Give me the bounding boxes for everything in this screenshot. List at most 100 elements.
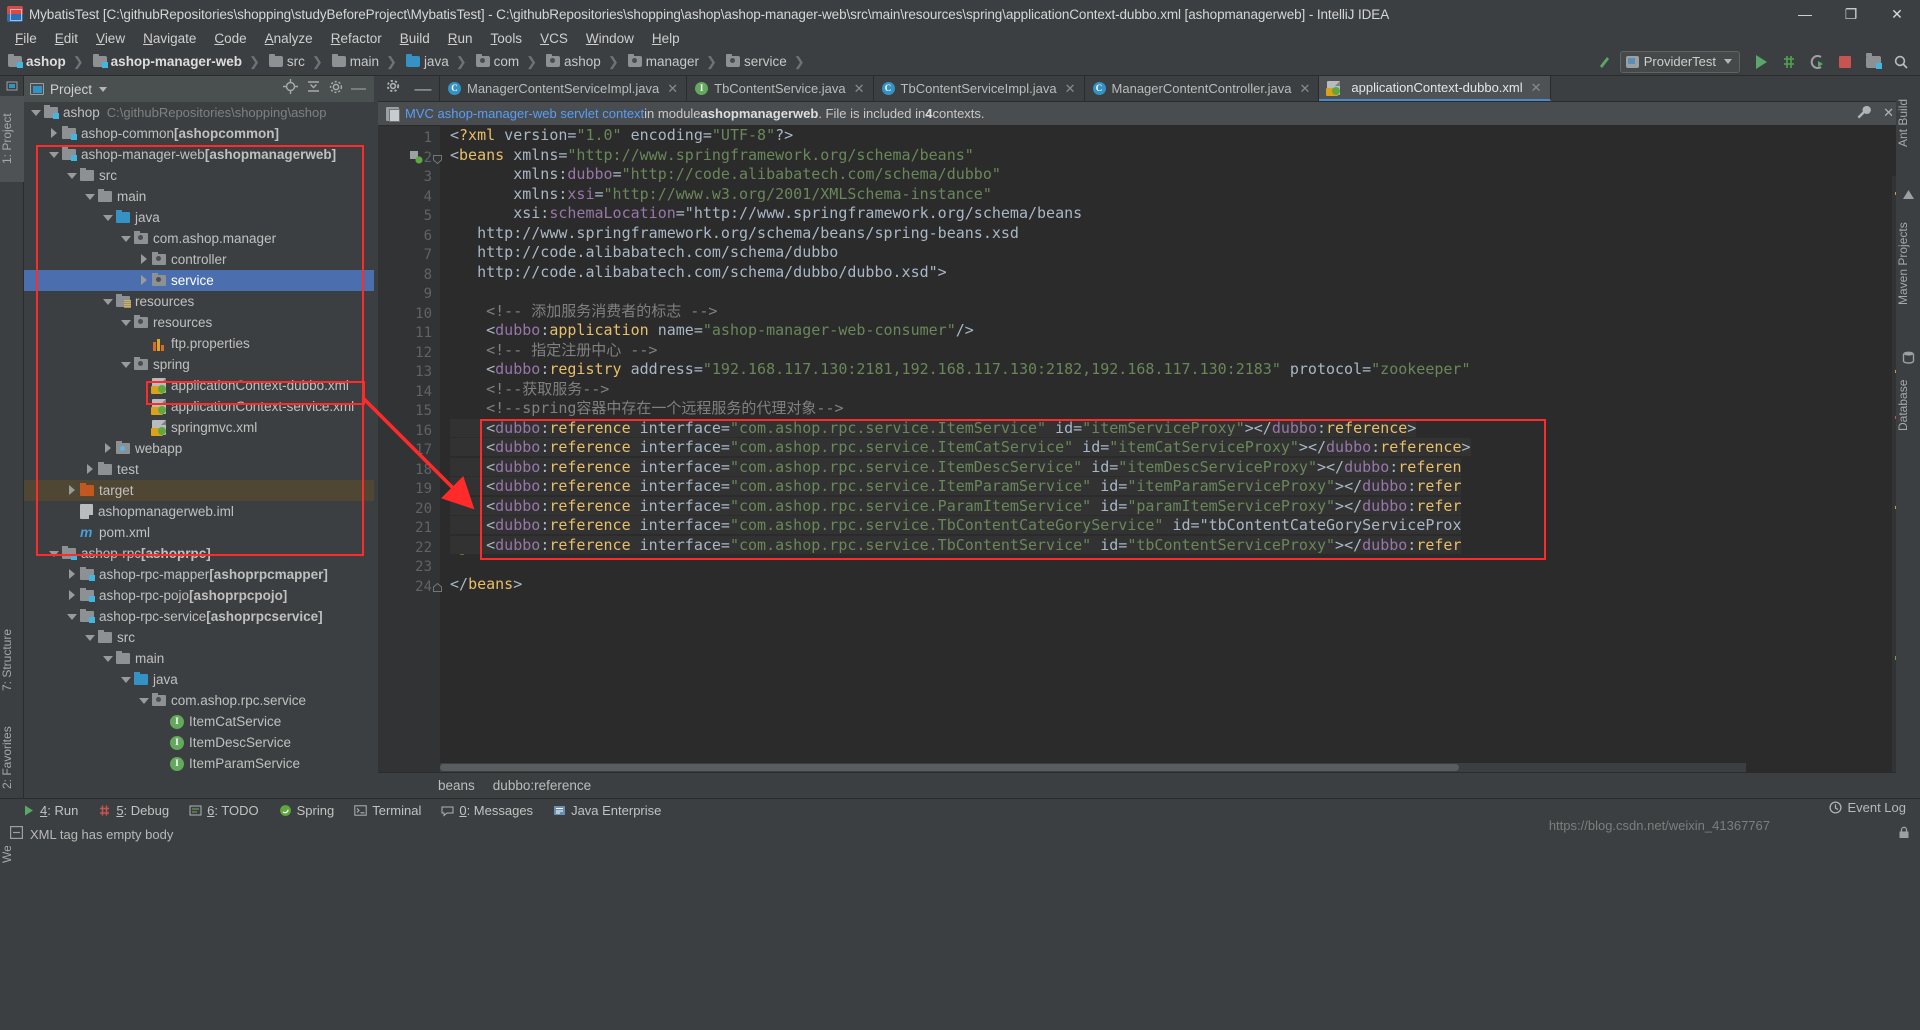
tree-node-src[interactable]: src bbox=[24, 165, 374, 186]
menu-item-vcs[interactable]: VCS bbox=[531, 31, 577, 46]
chevron-down-icon[interactable] bbox=[84, 191, 95, 202]
tree-node-ashop-rpc[interactable]: ashop-rpc [ashoprpc] bbox=[24, 543, 374, 564]
menu-item-view[interactable]: View bbox=[87, 31, 134, 46]
sidebar-tab-database[interactable]: Database bbox=[1896, 368, 1920, 442]
tree-node-java[interactable]: java bbox=[24, 669, 374, 690]
chevron-down-icon[interactable] bbox=[120, 317, 131, 328]
breadcrumb-item-src[interactable]: src ❯ bbox=[268, 48, 332, 76]
tree-node-ashop-rpc-service[interactable]: ashop-rpc-service [ashoprpcservice] bbox=[24, 606, 374, 627]
tree-node-itemparamservice[interactable]: I ItemParamService bbox=[24, 753, 374, 774]
close-button[interactable]: ✕ bbox=[1874, 0, 1920, 28]
sidebar-tab-project[interactable]: 1: Project bbox=[0, 96, 24, 182]
breadcrumb-item-main[interactable]: main ❯ bbox=[331, 48, 406, 76]
tree-node-ashopmanagerweb-iml[interactable]: ashopmanagerweb.iml bbox=[24, 501, 374, 522]
menu-item-tools[interactable]: Tools bbox=[482, 31, 532, 46]
tree-node-spring[interactable]: spring bbox=[24, 354, 374, 375]
fold-marker-icon[interactable] bbox=[433, 151, 442, 165]
editor-tab-managercontentcontroller-java[interactable]: C ManagerContentController.java ✕ bbox=[1085, 76, 1320, 101]
lock-icon[interactable] bbox=[1898, 826, 1910, 842]
menu-item-build[interactable]: Build bbox=[391, 31, 439, 46]
search-everywhere-icon[interactable] bbox=[1888, 50, 1914, 74]
tree-node-resources[interactable]: resources bbox=[24, 312, 374, 333]
chevron-right-icon[interactable] bbox=[138, 254, 149, 265]
run-icon[interactable] bbox=[1748, 50, 1774, 74]
tree-node-com-ashop-rpc-service[interactable]: com.ashop.rpc.service bbox=[24, 690, 374, 711]
tool-button-5-debug[interactable]: 5: Debug bbox=[98, 803, 169, 818]
sidebar-tab-ant-build[interactable]: Ant Build bbox=[1896, 82, 1920, 164]
maximize-button[interactable]: ❐ bbox=[1828, 0, 1874, 28]
chevron-down-icon[interactable] bbox=[48, 548, 59, 559]
tool-button-java-enterprise[interactable]: Java Enterprise bbox=[553, 803, 661, 818]
chevron-down-icon[interactable] bbox=[48, 149, 59, 160]
tree-node-service[interactable]: service bbox=[24, 270, 374, 291]
menu-item-file[interactable]: File bbox=[6, 31, 46, 46]
project-structure-icon[interactable] bbox=[1860, 50, 1886, 74]
sidebar-tab-maven-projects[interactable]: Maven Projects bbox=[1896, 205, 1920, 323]
editor-tab-applicationcontext-dubbo-xml[interactable]: applicationContext-dubbo.xml ✕ bbox=[1319, 76, 1551, 101]
tree-node-ashop-common[interactable]: ashop-common [ashopcommon] bbox=[24, 123, 374, 144]
close-icon[interactable]: ✕ bbox=[854, 81, 865, 97]
spring-bean-gutter-icon[interactable] bbox=[410, 151, 423, 169]
close-icon[interactable]: ✕ bbox=[1065, 81, 1076, 97]
debug-icon[interactable] bbox=[1776, 50, 1802, 74]
breadcrumb-item-service[interactable]: service ❯ bbox=[725, 48, 814, 76]
breadcrumb-item-ashop[interactable]: ashop ❯ bbox=[546, 48, 628, 76]
chevron-right-icon[interactable] bbox=[66, 590, 77, 601]
hide-icon[interactable]: — bbox=[415, 80, 432, 97]
editor-tab-tbcontentservice-java[interactable]: I TbContentService.java ✕ bbox=[687, 76, 874, 101]
tree-node-itemdescservice[interactable]: I ItemDescService bbox=[24, 732, 374, 753]
tree-node-applicationcontext-service-xml[interactable]: applicationContext-service.xml bbox=[24, 396, 374, 417]
menu-item-analyze[interactable]: Analyze bbox=[256, 31, 322, 46]
breadcrumb-item-com[interactable]: com ❯ bbox=[475, 48, 546, 76]
minimize-button[interactable]: — bbox=[1782, 0, 1828, 28]
chevron-down-icon[interactable] bbox=[138, 695, 149, 706]
tree-node-java[interactable]: java bbox=[24, 207, 374, 228]
tree-node-ashop-rpc-pojo[interactable]: ashop-rpc-pojo [ashoprpcpojo] bbox=[24, 585, 374, 606]
run-with-coverage-icon[interactable] bbox=[1804, 50, 1830, 74]
chevron-down-icon[interactable] bbox=[120, 359, 131, 370]
breadcrumb-item-ashop[interactable]: ashop ❯ bbox=[8, 48, 93, 76]
tool-button-4-run[interactable]: 4: Run bbox=[22, 803, 78, 818]
tree-node-controller[interactable]: controller bbox=[24, 249, 374, 270]
tree-node-applicationcontext-dubbo-xml[interactable]: applicationContext-dubbo.xml bbox=[24, 375, 374, 396]
locate-icon[interactable] bbox=[283, 79, 298, 99]
tree-node-test[interactable]: test bbox=[24, 459, 374, 480]
tool-button-terminal[interactable]: Terminal bbox=[354, 803, 421, 818]
chevron-down-icon[interactable] bbox=[120, 233, 131, 244]
tree-node-ashop-manager-web[interactable]: ashop-manager-web [ashopmanagerweb] bbox=[24, 144, 374, 165]
breadcrumb-beans[interactable]: beans bbox=[438, 778, 475, 793]
horizontal-scrollbar[interactable] bbox=[440, 763, 1746, 772]
menu-item-edit[interactable]: Edit bbox=[46, 31, 87, 46]
chevron-right-icon[interactable] bbox=[138, 275, 149, 286]
tree-node-main[interactable]: main bbox=[24, 648, 374, 669]
chevron-down-icon[interactable] bbox=[66, 170, 77, 181]
tree-node-ftp-properties[interactable]: ftp.properties bbox=[24, 333, 374, 354]
hide-icon[interactable]: — bbox=[351, 81, 366, 96]
menu-item-window[interactable]: Window bbox=[577, 31, 643, 46]
tree-node-com-ashop-manager[interactable]: com.ashop.manager bbox=[24, 228, 374, 249]
chevron-right-icon[interactable] bbox=[66, 485, 77, 496]
chevron-down-icon[interactable] bbox=[84, 632, 95, 643]
tool-button-0-messages[interactable]: 0: Messages bbox=[441, 803, 533, 818]
wrench-icon[interactable] bbox=[1856, 105, 1871, 123]
chevron-down-icon[interactable] bbox=[66, 611, 77, 622]
editor-tab-managercontentserviceimpl-java[interactable]: C ManagerContentServiceImpl.java ✕ bbox=[440, 76, 688, 101]
tree-node-ashop[interactable]: ashop C:\githubRepositories\shopping\asho… bbox=[24, 102, 374, 123]
make-project-icon[interactable] bbox=[1592, 50, 1618, 74]
context-link[interactable]: MVC ashop-manager-web servlet context bbox=[405, 106, 644, 121]
tree-node-ashop-rpc-mapper[interactable]: ashop-rpc-mapper [ashoprpcmapper] bbox=[24, 564, 374, 585]
menu-item-refactor[interactable]: Refactor bbox=[322, 31, 391, 46]
tree-node-itemcatservice[interactable]: I ItemCatService bbox=[24, 711, 374, 732]
tree-node-src[interactable]: src bbox=[24, 627, 374, 648]
sidebar-tab-structure[interactable]: 7: Structure bbox=[0, 612, 24, 708]
menu-item-code[interactable]: Code bbox=[205, 31, 255, 46]
chevron-down-icon[interactable] bbox=[102, 653, 113, 664]
chevron-down-icon[interactable] bbox=[102, 296, 113, 307]
close-icon[interactable]: ✕ bbox=[1299, 81, 1310, 97]
close-icon[interactable]: ✕ bbox=[1883, 105, 1894, 123]
chevron-right-icon[interactable] bbox=[48, 128, 59, 139]
tree-node-webapp[interactable]: webapp bbox=[24, 438, 374, 459]
breadcrumb-dubbo-reference[interactable]: dubbo:reference bbox=[493, 778, 591, 793]
tool-button-6-todo[interactable]: 6: TODO bbox=[189, 803, 259, 818]
collapse-all-icon[interactable] bbox=[306, 79, 321, 99]
